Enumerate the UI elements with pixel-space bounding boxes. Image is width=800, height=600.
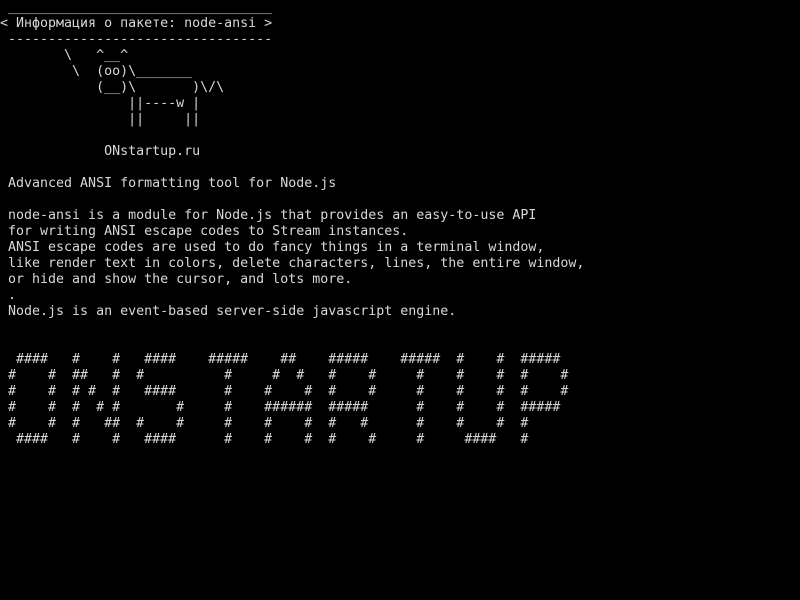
cow-art-line: (__)\ )\/\ [0,80,225,95]
big-text-line: #### # # #### ##### ## ##### ##### # # #… [0,352,561,367]
cow-art-line: ||----w | [0,96,201,111]
big-text-line: # # ## # # # # # # # # # # # # [0,368,569,383]
site-name: ONstartup.ru [0,144,201,159]
description-line: for writing ANSI escape codes to Stream … [0,224,409,239]
description-line: ANSI escape codes are used to do fancy t… [0,240,545,255]
cow-art-line: \ ^__^ [0,48,129,63]
big-text-line: #### # # #### # # # # # # #### # [0,432,529,447]
package-summary: Advanced ANSI formatting tool for Node.j… [0,176,337,191]
big-text-line: # # # # # # # ###### ##### # # # ##### [0,400,561,415]
banner-bottom-border: --------------------------------- [0,32,273,47]
description-line: like render text in colors, delete chara… [0,256,585,271]
cow-art-line: || || [0,112,201,127]
big-text-line: # # # # # #### # # # # # # # # # # [0,384,569,399]
banner-title: < Информация о пакете: node-ansi > [0,16,273,31]
banner-top-border: _________________________________ [0,0,273,15]
description-line: node-ansi is a module for Node.js that p… [0,208,537,223]
description-line: Node.js is an event-based server-side ja… [0,304,457,319]
cow-art-line: \ (oo)\_______ [0,64,193,79]
terminal-screen: _________________________________ < Инфо… [0,0,800,600]
description-line: . [0,288,17,303]
description-line: or hide and show the cursor, and lots mo… [0,272,353,287]
big-text-line: # # # ## # # # # # # # # # # # [0,416,529,431]
